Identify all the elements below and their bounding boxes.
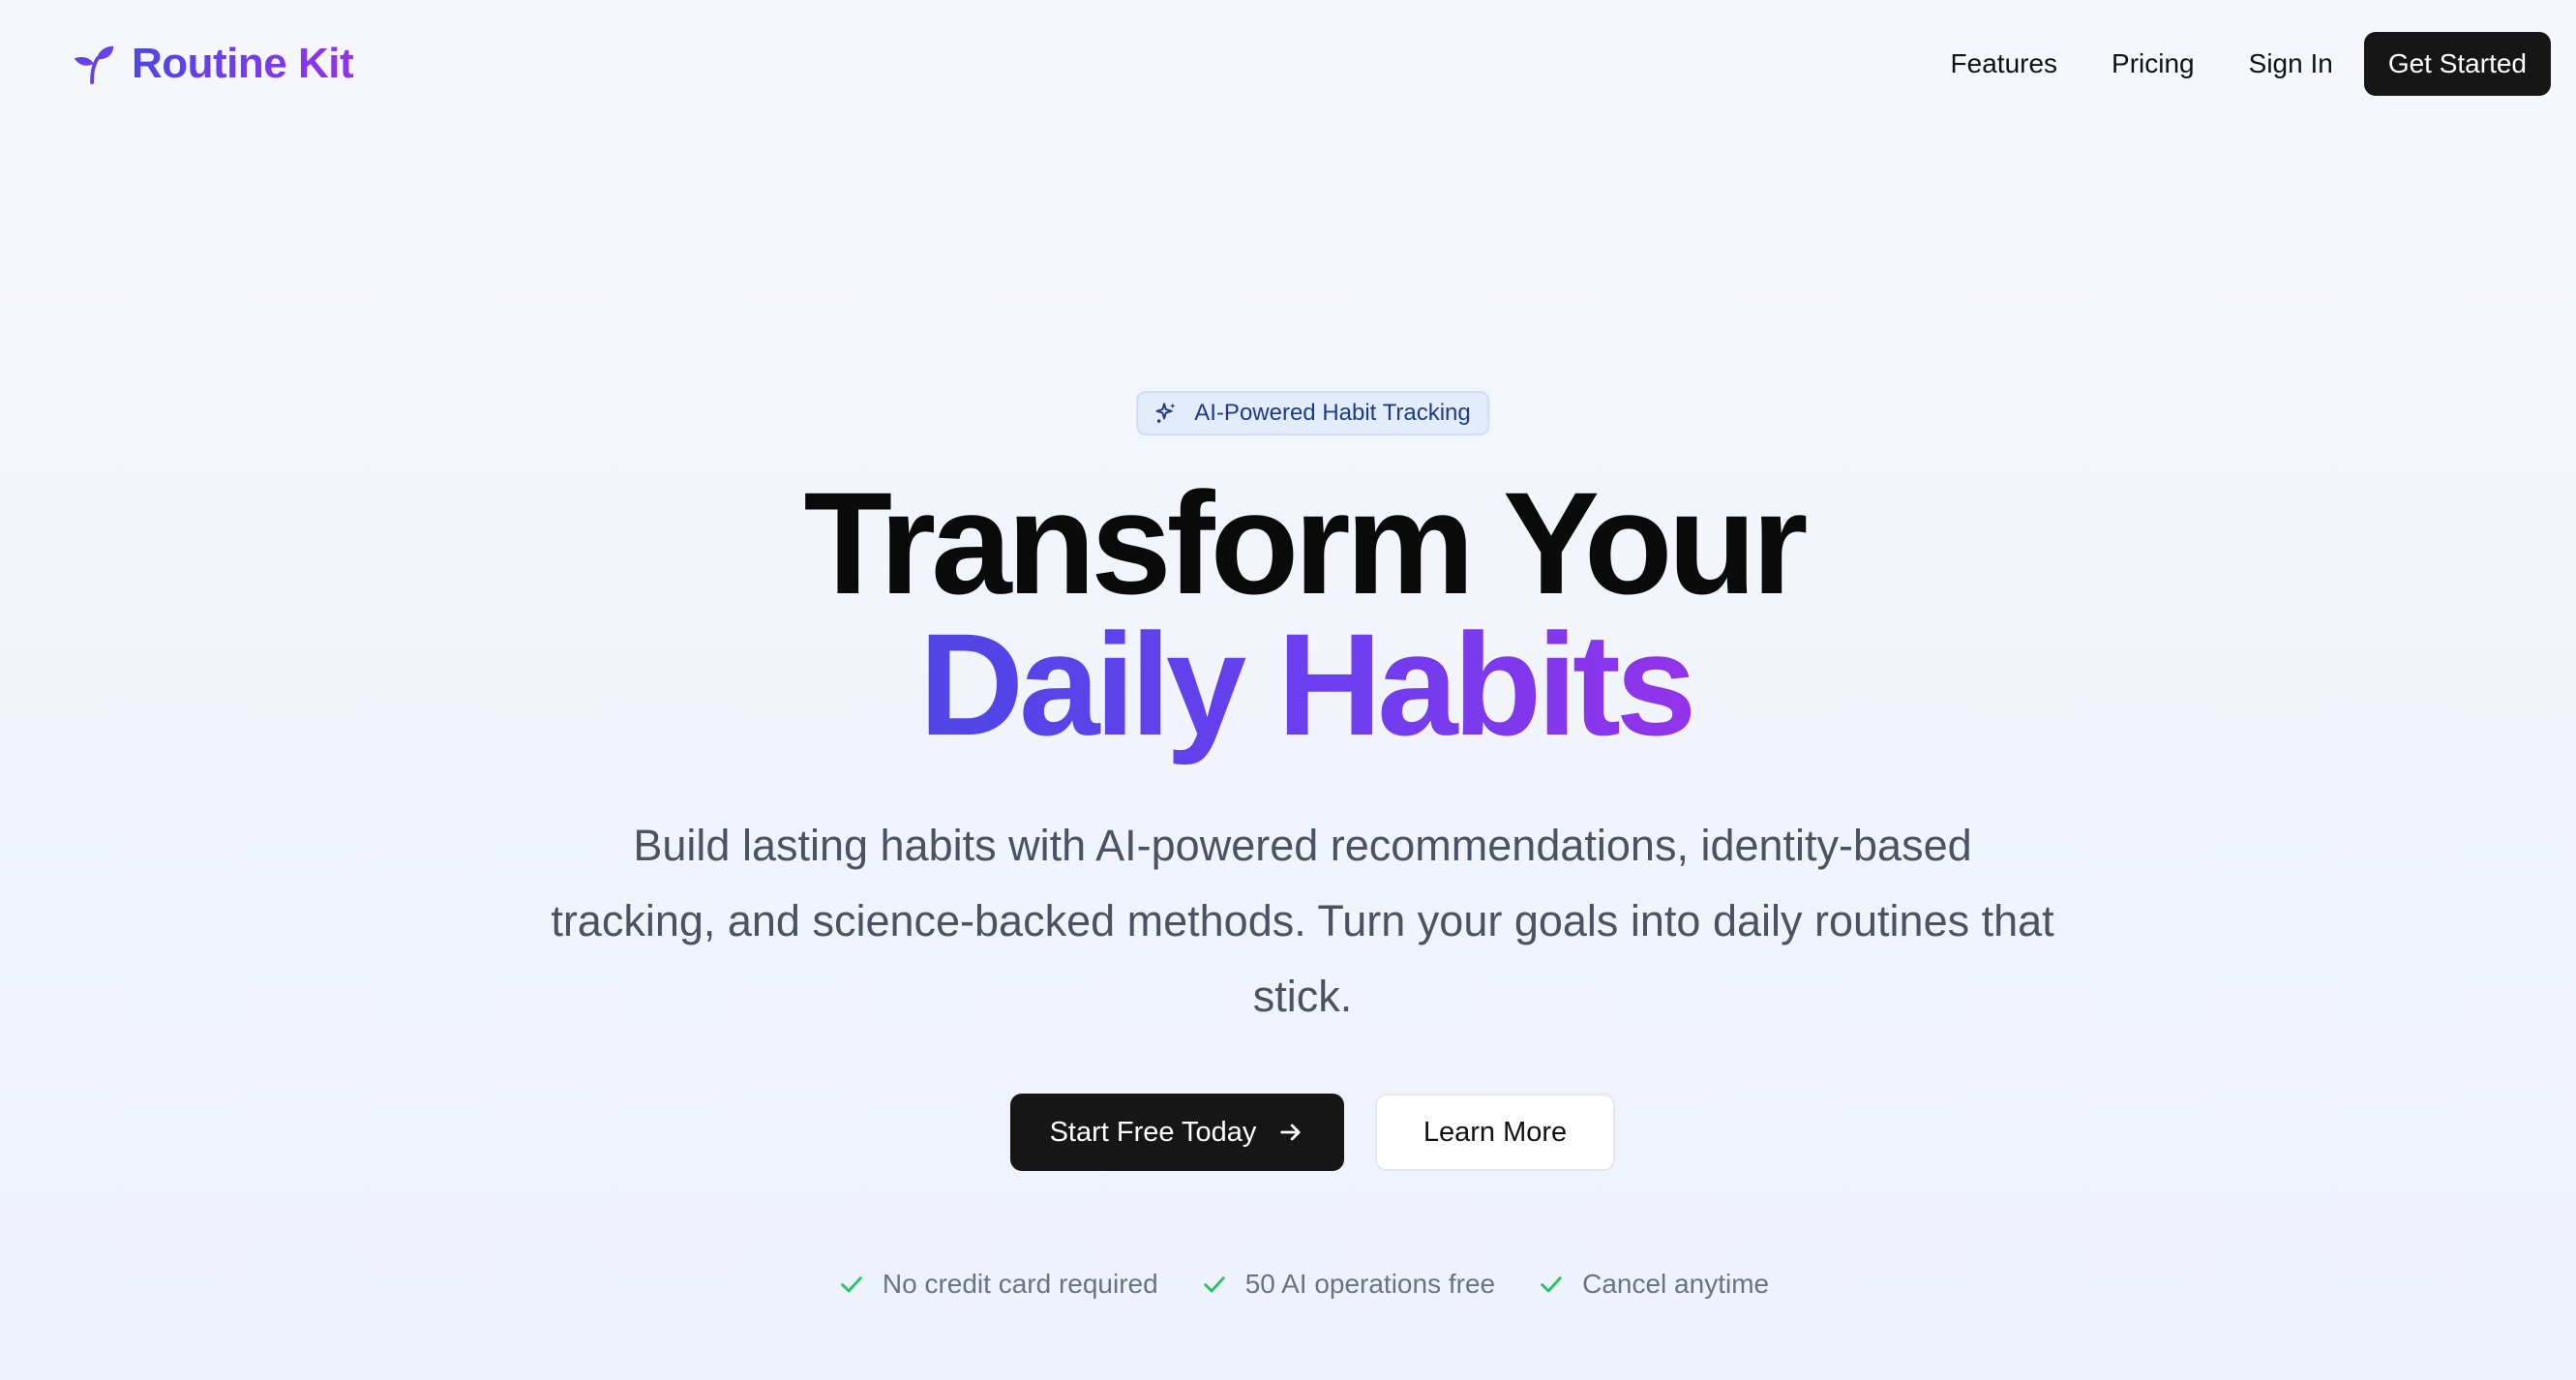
badge-label: AI-Powered Habit Tracking	[1194, 400, 1471, 426]
sparkles-icon	[1155, 403, 1176, 423]
hero-subtitle: Build lasting habits with AI-powered rec…	[551, 821, 2054, 1021]
cta-row: Start Free Today Learn More	[0, 1094, 2576, 1171]
check-icon	[1541, 1276, 1562, 1293]
start-free-label: Start Free Today	[1049, 1116, 1257, 1148]
headline-line-1: Transform Your	[803, 462, 1808, 624]
feature-badge: AI-Powered Habit Tracking	[1136, 391, 1490, 435]
perks-list: No credit card required 50 AI operations…	[0, 1263, 2576, 1305]
start-free-button[interactable]: Start Free Today	[1010, 1094, 1344, 1171]
perk-item: No credit card required	[838, 1269, 1158, 1300]
perk-item: 50 AI operations free	[1201, 1269, 1495, 1300]
arrow-right-icon	[1280, 1124, 1301, 1141]
perk-label: No credit card required	[882, 1269, 1158, 1299]
perk-label: Cancel anytime	[1582, 1269, 1770, 1299]
perk-item: Cancel anytime	[1538, 1269, 1769, 1300]
learn-more-button[interactable]: Learn More	[1375, 1094, 1615, 1171]
hero-headline: Transform Your Daily Habits	[0, 462, 2576, 757]
check-icon	[1203, 1276, 1225, 1293]
check-icon	[841, 1276, 862, 1293]
headline-line-2-wrapper: Daily Habits	[0, 612, 2576, 757]
headline-line-2: Daily Habits	[918, 603, 1697, 765]
perk-label: 50 AI operations free	[1244, 1269, 1496, 1299]
hero-section: AI-Powered Habit Tracking Transform Your…	[0, 0, 2576, 1380]
